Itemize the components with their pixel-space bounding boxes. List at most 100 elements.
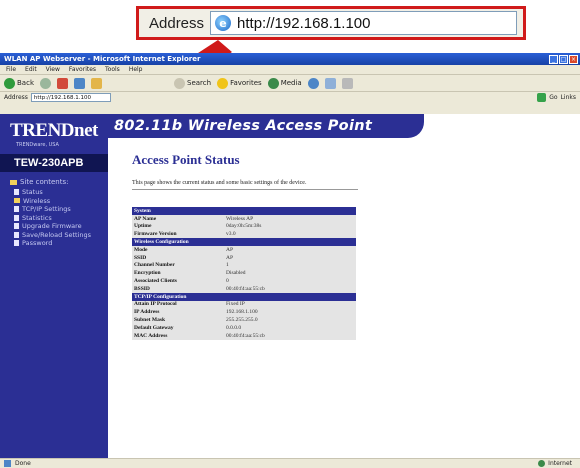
table-row: Channel Number 1 [132, 261, 356, 270]
row-value: 192.168.1.100 [224, 308, 356, 317]
section-title: TCP/IP Configuration [132, 292, 356, 301]
minimize-button[interactable]: _ [549, 54, 558, 64]
nav-item-wireless[interactable]: Wireless [10, 197, 108, 206]
nav-item-label: Upgrade Firmware [22, 222, 82, 230]
media-button[interactable]: Media [267, 77, 302, 89]
go-button[interactable]: Go [549, 94, 557, 101]
mail-icon[interactable] [324, 77, 336, 89]
status-table: System AP Name Wireless AP Uptime 0day:0h:… [132, 207, 356, 340]
menu-file[interactable]: File [6, 66, 16, 73]
menu-help[interactable]: Help [129, 66, 143, 73]
main-content: Access Point Status This page shows the … [132, 152, 358, 340]
back-button[interactable]: Back [4, 77, 34, 89]
page-done-icon [4, 460, 11, 467]
nav-item-label: Save/Reload Settings [22, 230, 91, 239]
history-icon[interactable] [307, 77, 319, 89]
callout-address-label: Address [149, 14, 205, 32]
row-key: Attain IP Protocol [132, 300, 224, 309]
row-value: 00:40:f4:aa:55:cb [224, 331, 356, 340]
section-title: Wireless Configuration [132, 238, 356, 246]
banner-title: 802.11b Wireless Access Point [114, 118, 373, 134]
table-row: Firmware Version v3.0 [132, 230, 356, 239]
nav-item-password[interactable]: Password [10, 239, 108, 248]
menu-bar: File Edit View Favorites Tools Help [0, 65, 580, 75]
nav-item-save-reload[interactable]: Save/Reload Settings [10, 231, 108, 240]
page-icon [14, 240, 19, 247]
brand-logo: TRENDnet [10, 120, 98, 141]
menu-view[interactable]: View [46, 66, 60, 73]
nav-item-status[interactable]: Status [10, 188, 108, 197]
brand-subtitle: TRENDware, USA [16, 142, 59, 148]
links-button[interactable]: Links [561, 94, 576, 101]
print-icon[interactable] [341, 77, 353, 89]
address-url: http://192.168.1.100 [33, 94, 91, 101]
nav-item-tcpip[interactable]: TCP/IP Settings [10, 205, 108, 214]
row-value: Wireless AP [224, 214, 356, 223]
back-arrow-icon [4, 77, 15, 89]
row-key: Default Gateway [132, 323, 224, 332]
browser-window: WLAN AP Webserver - Microsoft Internet E… [0, 53, 580, 468]
nav-item-statistics[interactable]: Statistics [10, 214, 108, 223]
row-value: 0.0.0.0 [224, 323, 356, 332]
row-value: 0 [224, 277, 356, 285]
page-icon [14, 189, 19, 196]
row-value: 1 [224, 261, 356, 270]
go-arrow-icon[interactable] [537, 93, 547, 102]
globe-icon [538, 460, 546, 467]
row-value: Fixed IP [224, 300, 356, 309]
nav-item-upgrade[interactable]: Upgrade Firmware [10, 222, 108, 231]
favorites-button[interactable]: Favorites [217, 77, 262, 89]
page-icon [14, 231, 19, 238]
address-input[interactable]: http://192.168.1.100 [30, 93, 111, 102]
forward-arrow-icon[interactable] [40, 77, 51, 89]
intro-text: This page shows the current status and s… [132, 180, 358, 190]
row-key: MAC Address [132, 331, 224, 340]
home-icon[interactable] [91, 77, 102, 89]
table-row: Uptime 0day:0h:5m:38s [132, 222, 356, 231]
callout-url: http://192.168.1.100 [237, 14, 371, 32]
nav-header-label: Site contents: [20, 178, 69, 186]
search-button[interactable]: Search [174, 77, 212, 89]
nav-item-label: Wireless [23, 196, 51, 205]
stop-icon[interactable] [57, 77, 68, 89]
page-icon [14, 214, 19, 221]
row-value: 00:40:f4:aa:55:cb [224, 284, 356, 293]
sidebar: TRENDnet TRENDware, USA TEW-230APB Site … [0, 114, 108, 458]
table-row: BSSID 00:40:f4:aa:55:cb [132, 284, 356, 293]
row-key: AP Name [132, 214, 224, 223]
row-key: Firmware Version [132, 230, 224, 239]
nav-item-label: Password [22, 239, 53, 247]
status-text: Done [15, 460, 31, 467]
refresh-icon[interactable] [74, 77, 85, 89]
folder-open-icon [10, 179, 17, 185]
menu-tools[interactable]: Tools [105, 66, 120, 73]
maximize-button[interactable]: □ [559, 54, 568, 64]
star-icon [217, 77, 229, 89]
row-key: Mode [132, 245, 224, 254]
table-row: Attain IP Protocol Fixed IP [132, 300, 356, 309]
table-row: AP Name Wireless AP [132, 214, 356, 223]
table-row: Subnet Mask 255.255.255.0 [132, 316, 356, 324]
page-icon [14, 223, 19, 230]
search-label: Search [187, 79, 212, 87]
folder-icon [14, 198, 20, 204]
nav-item-label: TCP/IP Settings [22, 205, 71, 213]
ie-page-icon: e [215, 15, 232, 31]
address-callout: Address e http://192.168.1.100 [136, 6, 526, 40]
menu-edit[interactable]: Edit [25, 66, 37, 73]
close-button[interactable]: × [569, 54, 578, 64]
row-value: AP [224, 245, 356, 254]
callout-address-field[interactable]: e http://192.168.1.100 [210, 11, 517, 35]
table-row: Default Gateway 0.0.0.0 [132, 323, 356, 332]
row-key: SSID [132, 253, 224, 262]
section-header: System [132, 207, 356, 215]
window-title: WLAN AP Webserver - Microsoft Internet E… [4, 55, 201, 63]
header-banner: 802.11b Wireless Access Point [108, 114, 424, 138]
address-label: Address [4, 94, 28, 101]
row-value: 255.255.255.0 [224, 316, 356, 324]
title-bar: WLAN AP Webserver - Microsoft Internet E… [0, 53, 580, 65]
menu-favorites[interactable]: Favorites [69, 66, 96, 73]
row-key: Associated Clients [132, 277, 224, 285]
row-value: v3.0 [224, 230, 356, 239]
row-key: Channel Number [132, 261, 224, 270]
